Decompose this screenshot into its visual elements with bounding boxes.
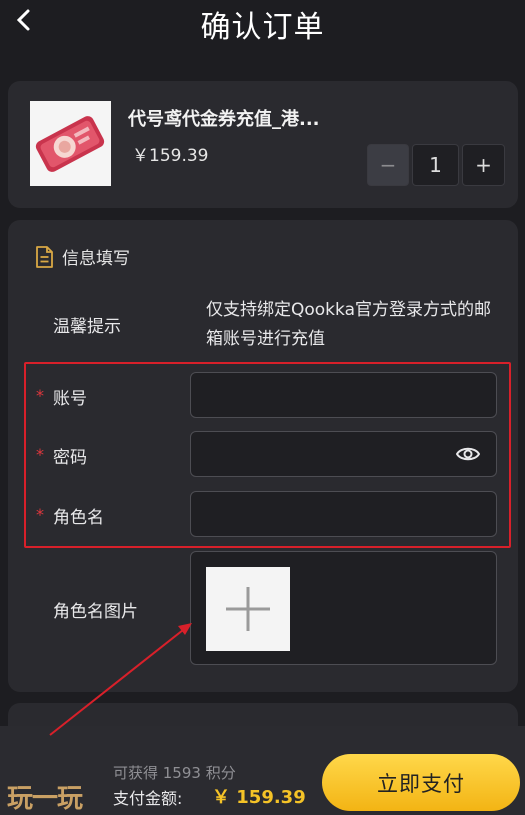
document-icon bbox=[36, 245, 53, 268]
upload-button[interactable] bbox=[206, 567, 290, 651]
product-thumbnail bbox=[30, 101, 111, 186]
section-title: 信息填写 bbox=[62, 249, 130, 269]
eye-icon[interactable] bbox=[456, 444, 480, 464]
section-header: 信息填写 bbox=[34, 244, 130, 269]
required-mark: * bbox=[36, 505, 44, 524]
pay-now-button[interactable]: 立即支付 bbox=[322, 754, 520, 811]
product-name[interactable]: 代号鸢代金券充值_港... bbox=[128, 105, 320, 131]
info-form-card: 信息填写 温馨提示 仅支持绑定Qookka官方登录方式的邮箱账号进行充值 * 账… bbox=[8, 220, 518, 692]
role-image-label: 角色名图片 bbox=[53, 602, 138, 622]
points-text: 可获得 1593 积分 bbox=[113, 764, 236, 782]
role-name-label: 角色名 bbox=[53, 508, 104, 528]
watermark-logo: 玩一玩 bbox=[7, 784, 83, 814]
page-title: 确认订单 bbox=[200, 10, 325, 45]
quantity-input[interactable]: 1 bbox=[412, 144, 459, 186]
total-label: 支付金额: bbox=[113, 789, 183, 808]
total-amount: ￥ 159.39 bbox=[212, 787, 306, 808]
required-mark: * bbox=[36, 386, 44, 405]
role-image-upload bbox=[190, 551, 497, 665]
role-name-input[interactable] bbox=[190, 491, 497, 537]
plus-icon bbox=[226, 587, 270, 631]
increase-button[interactable]: + bbox=[462, 144, 505, 186]
decrease-button[interactable]: − bbox=[367, 144, 409, 186]
product-price: ￥159.39 bbox=[132, 146, 209, 166]
tip-label: 温馨提示 bbox=[53, 317, 121, 337]
required-mark: * bbox=[36, 445, 44, 464]
tip-text: 仅支持绑定Qookka官方登录方式的邮箱账号进行充值 bbox=[206, 300, 491, 349]
account-label: 账号 bbox=[53, 389, 87, 409]
product-image bbox=[30, 101, 111, 186]
product-card: 代号鸢代金券充值_港... ￥159.39 − 1 + bbox=[8, 81, 518, 208]
password-input[interactable] bbox=[190, 431, 497, 477]
account-input[interactable] bbox=[190, 372, 497, 418]
quantity-stepper: − 1 + bbox=[367, 144, 505, 186]
password-label: 密码 bbox=[53, 448, 87, 468]
top-bar: 确认订单 bbox=[0, 0, 525, 62]
